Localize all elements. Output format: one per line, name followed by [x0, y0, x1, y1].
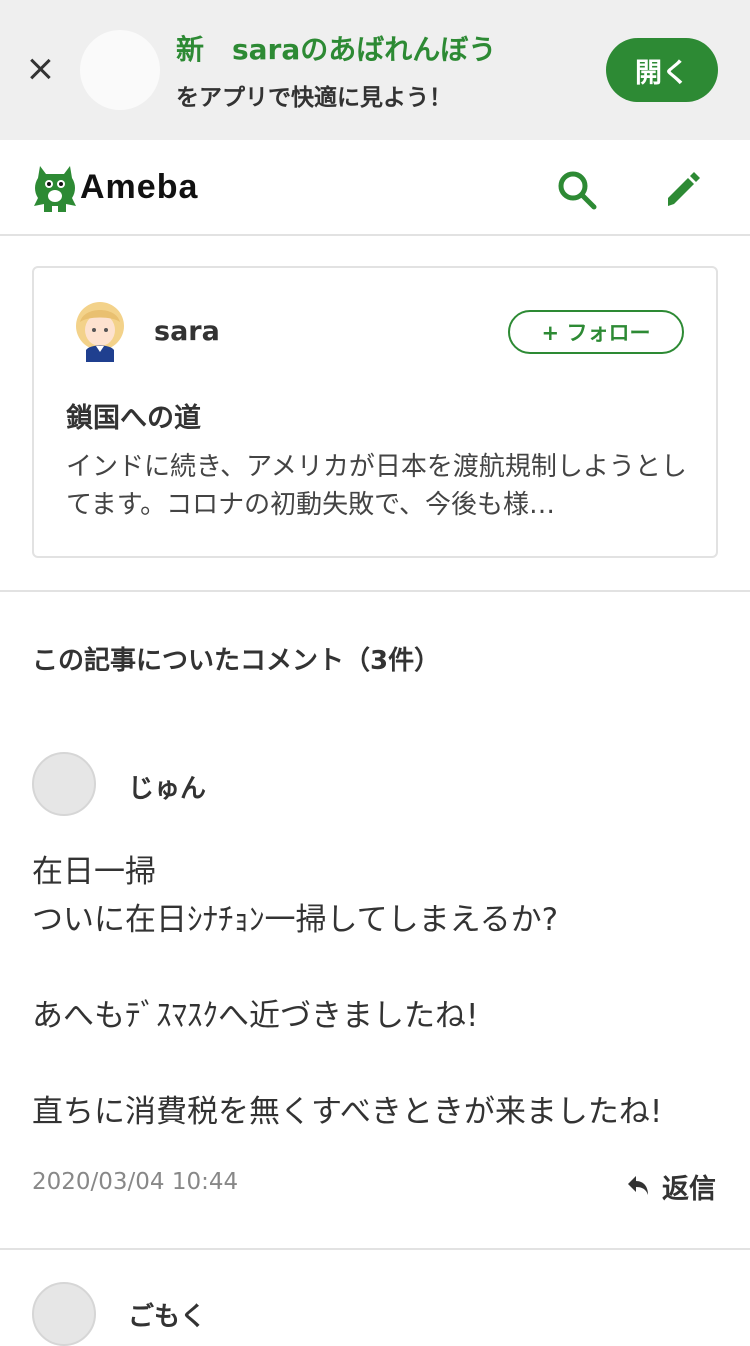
article-excerpt: インドに続き、アメリカが日本を渡航規制しようとしてます。コロナの初動失敗で、今後… — [66, 452, 687, 520]
pencil-icon[interactable] — [664, 170, 700, 208]
follow-button[interactable]: + フォロー — [508, 310, 684, 354]
comment-body: 在日一掃 ついに在日ｼﾅﾁｮﾝ一掃してしまえるか? あへもﾃﾞｽﾏｽｸへ近づきま… — [32, 848, 722, 1136]
site-header: Ameba — [0, 140, 750, 236]
comment-line: 在日一掃 — [32, 854, 156, 890]
comment-blank-line — [32, 944, 722, 992]
comments-heading: この記事についたコメント（3件） — [32, 646, 441, 676]
banner-subtitle: をアプリで快適に見よう！ — [176, 85, 452, 111]
reply-label: 返信 — [662, 1173, 716, 1205]
commenter-avatar — [32, 752, 96, 816]
comment-divider — [0, 1248, 750, 1250]
banner-title: 新 saraのあばれんぼう — [176, 33, 497, 66]
comment-line: あへもﾃﾞｽﾏｽｸへ近づきましたね! — [32, 998, 479, 1034]
comment-blank-line — [32, 1040, 722, 1088]
reply-icon — [628, 1176, 648, 1195]
comment-line: ついに在日ｼﾅﾁｮﾝ一掃してしまえるか? — [32, 902, 559, 938]
app-banner: 新 saraのあばれんぼう をアプリで快適に見よう！ 開く — [0, 0, 750, 140]
commenter-avatar — [32, 1282, 96, 1346]
comment-timestamp: 2020/03/04 10:44 — [32, 1169, 239, 1195]
article-card[interactable]: sara + フォロー 鎖国への道 インドに続き、アメリカが日本を渡航規制しよう… — [32, 266, 718, 558]
author-avatar[interactable] — [68, 300, 132, 366]
logo-text: Ameba — [80, 168, 199, 206]
close-icon[interactable] — [26, 55, 54, 83]
app-avatar — [80, 30, 160, 110]
reply-button[interactable]: 返信 — [626, 1166, 716, 1206]
comment-line: 直ちに消費税を無くすべきときが来ましたね! — [32, 1094, 663, 1130]
article-title[interactable]: 鎖国への道 — [66, 396, 201, 435]
commenter-name: じゅん — [128, 774, 207, 804]
search-icon[interactable] — [557, 170, 597, 210]
author-name[interactable]: sara — [154, 316, 220, 347]
ameba-mascot-icon — [34, 166, 76, 212]
open-app-button[interactable]: 開く — [606, 38, 718, 102]
commenter-name: ごもく — [128, 1302, 207, 1332]
section-divider — [0, 590, 750, 592]
